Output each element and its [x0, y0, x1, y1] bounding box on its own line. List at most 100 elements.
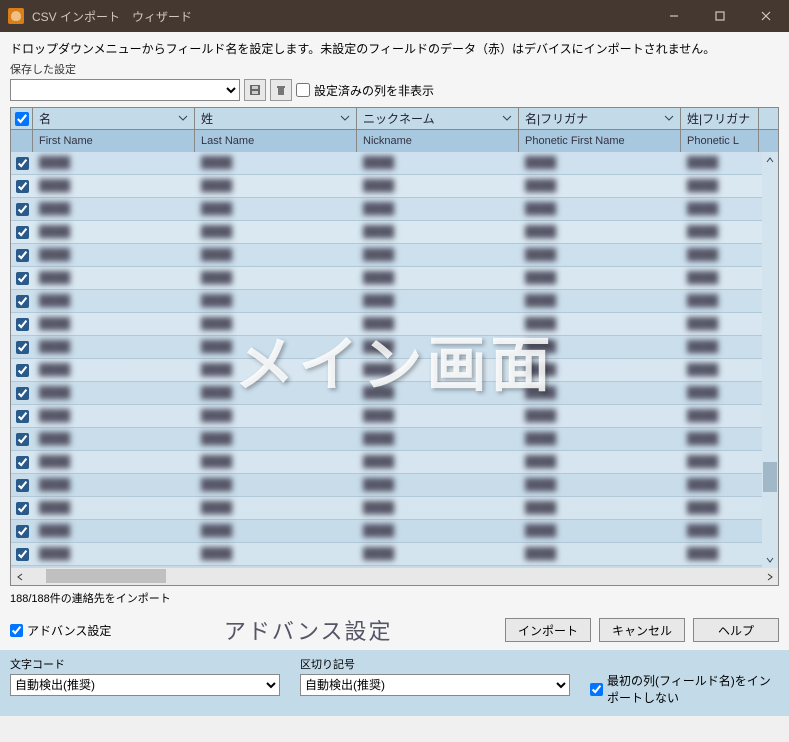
column-header-2[interactable]: 姓 — [195, 108, 357, 129]
row-checkbox[interactable] — [16, 157, 29, 170]
delete-icon-button[interactable] — [270, 79, 292, 101]
table-row[interactable]: ████████████████████ — [11, 474, 778, 497]
cell: ████ — [195, 198, 357, 220]
row-checkbox[interactable] — [16, 318, 29, 331]
table-row[interactable]: ████████████████████ — [11, 382, 778, 405]
help-button[interactable]: ヘルプ — [693, 618, 779, 642]
cell: ████ — [519, 497, 681, 519]
table-row[interactable]: ████████████████████ — [11, 290, 778, 313]
table-row[interactable]: ████████████████████ — [11, 175, 778, 198]
select-all-checkbox[interactable] — [15, 112, 29, 126]
close-button[interactable] — [743, 0, 789, 32]
column-header-3[interactable]: ニックネーム — [357, 108, 519, 129]
cell: ████ — [357, 474, 519, 496]
cell: ████ — [33, 451, 195, 473]
table-row[interactable]: ████████████████████ — [11, 267, 778, 290]
vertical-scrollbar[interactable] — [762, 152, 778, 568]
table-row[interactable]: ████████████████████ — [11, 198, 778, 221]
save-icon-button[interactable] — [244, 79, 266, 101]
table-row[interactable]: ████████████████████ — [11, 405, 778, 428]
table-row[interactable]: ████████████████████ — [11, 359, 778, 382]
row-checkbox[interactable] — [16, 387, 29, 400]
row-checkbox[interactable] — [16, 295, 29, 308]
cell: ████ — [681, 336, 759, 358]
cell: ████ — [195, 359, 357, 381]
row-checkbox[interactable] — [16, 433, 29, 446]
save-icon — [248, 83, 262, 97]
cell: ████ — [33, 474, 195, 496]
cell: ████ — [195, 405, 357, 427]
cell: ████ — [33, 221, 195, 243]
chevron-down-icon — [340, 112, 350, 126]
row-checkbox[interactable] — [16, 272, 29, 285]
instruction-text: ドロップダウンメニューからフィールド名を設定します。未設定のフィールドのデータ（… — [10, 40, 779, 57]
table-row[interactable]: ████████████████████ — [11, 152, 778, 175]
table-row[interactable]: ████████████████████ — [11, 313, 778, 336]
row-checkbox[interactable] — [16, 525, 29, 538]
table-row[interactable]: ████████████████████ — [11, 543, 778, 566]
cell: ████ — [519, 290, 681, 312]
hide-configured-checkbox[interactable] — [296, 83, 310, 97]
cell: ████ — [195, 267, 357, 289]
column-header-5[interactable]: 姓|フリガナ — [681, 108, 759, 129]
maximize-button[interactable] — [697, 0, 743, 32]
cell: ████ — [681, 221, 759, 243]
advance-settings-checkbox[interactable] — [10, 624, 23, 637]
cell: ████ — [519, 198, 681, 220]
cell: ████ — [33, 520, 195, 542]
minimize-button[interactable] — [651, 0, 697, 32]
row-checkbox[interactable] — [16, 479, 29, 492]
row-checkbox[interactable] — [16, 410, 29, 423]
row-checkbox[interactable] — [16, 180, 29, 193]
table-row[interactable]: ████████████████████ — [11, 428, 778, 451]
cell: ████ — [195, 451, 357, 473]
scroll-up-arrow[interactable] — [763, 153, 777, 167]
row-checkbox[interactable] — [16, 341, 29, 354]
row-checkbox[interactable] — [16, 548, 29, 561]
table-row[interactable]: ████████████████████ — [11, 497, 778, 520]
scroll-thumb[interactable] — [763, 462, 777, 492]
table-row[interactable]: ████████████████████ — [11, 336, 778, 359]
column-header-1[interactable]: 名 — [33, 108, 195, 129]
trash-icon — [274, 83, 288, 97]
cell: ████ — [681, 152, 759, 174]
cell: ████ — [33, 313, 195, 335]
cell: ████ — [33, 359, 195, 381]
cell: ████ — [519, 543, 681, 565]
cell: ████ — [33, 244, 195, 266]
cell: ████ — [681, 267, 759, 289]
cell: ████ — [357, 244, 519, 266]
cell: ████ — [33, 405, 195, 427]
row-checkbox[interactable] — [16, 502, 29, 515]
app-icon — [8, 8, 24, 24]
cell: ████ — [357, 497, 519, 519]
advance-settings-label: アドバンス設定 — [27, 622, 111, 639]
cell: ████ — [519, 244, 681, 266]
chevron-down-icon — [664, 112, 674, 126]
scroll-down-arrow[interactable] — [763, 553, 777, 567]
row-checkbox[interactable] — [16, 364, 29, 377]
hscroll-thumb[interactable] — [46, 569, 166, 583]
cell: ████ — [519, 428, 681, 450]
row-checkbox[interactable] — [16, 226, 29, 239]
cell: ████ — [681, 451, 759, 473]
scroll-right-arrow[interactable] — [761, 568, 778, 585]
row-checkbox[interactable] — [16, 249, 29, 262]
cell: ████ — [519, 474, 681, 496]
charset-select[interactable]: 自動検出(推奨) — [10, 674, 280, 696]
table-row[interactable]: ████████████████████ — [11, 244, 778, 267]
table-row[interactable]: ████████████████████ — [11, 451, 778, 474]
horizontal-scrollbar[interactable] — [11, 568, 778, 585]
row-checkbox[interactable] — [16, 203, 29, 216]
cancel-button[interactable]: キャンセル — [599, 618, 685, 642]
delimiter-select[interactable]: 自動検出(推奨) — [300, 674, 570, 696]
saved-settings-select[interactable] — [10, 79, 240, 101]
column-header-4[interactable]: 名|フリガナ — [519, 108, 681, 129]
row-checkbox[interactable] — [16, 456, 29, 469]
skip-header-checkbox[interactable] — [590, 683, 603, 696]
table-row[interactable]: ████████████████████ — [11, 221, 778, 244]
import-button[interactable]: インポート — [505, 618, 591, 642]
scroll-left-arrow[interactable] — [11, 568, 28, 585]
table-row[interactable]: ████████████████████ — [11, 520, 778, 543]
advance-title: アドバンス設定 — [119, 614, 497, 646]
